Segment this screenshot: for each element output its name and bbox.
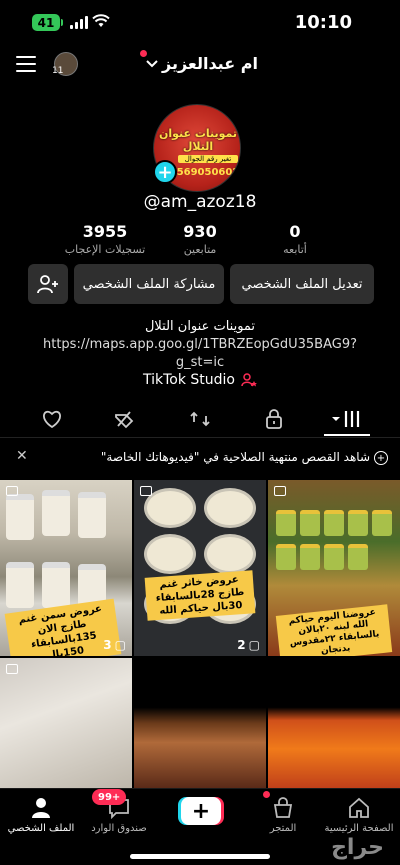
hidden-icon (115, 411, 134, 429)
stat-label: تسجيلات الإعجاب (64, 243, 146, 256)
home-indicator (130, 854, 270, 859)
bio-link-cont[interactable]: g_st=ic (0, 354, 400, 372)
username: ام عبدالعزيز (162, 54, 258, 73)
battery-icon: 41 (32, 14, 60, 31)
active-tab-indicator (324, 434, 370, 436)
profile-icon (32, 798, 50, 818)
stat-following[interactable]: 0 أتابعه (250, 222, 340, 256)
inbox-badge: 99+ (92, 789, 127, 805)
photo-icon (140, 486, 152, 496)
wifi-icon (92, 14, 110, 27)
video-caption: عروض خاثر غنم طازج 28بالسابقاء 30بال حيا… (144, 570, 256, 621)
content-tabs (0, 400, 400, 438)
nav-shop-label: المتجر (269, 823, 297, 834)
photo-icon (274, 486, 286, 496)
profile-bio: تموينات عنوان التلال https://maps.app.go… (0, 318, 400, 372)
nav-shop[interactable]: المتجر (248, 795, 318, 834)
plus-icon: + (191, 798, 211, 824)
photo-icon (6, 486, 18, 496)
signal-icon (70, 16, 88, 29)
photo-icon (6, 664, 18, 674)
avatar-shop-text: تموينات عنوان التلال (158, 127, 238, 153)
bottom-nav: الملف الشخصي صندوق الوارد 99+ + المتجر ا… (0, 788, 400, 865)
add-friend-button[interactable] (28, 264, 68, 304)
shop-bag-icon (273, 797, 293, 818)
nav-profile-label: الملف الشخصي (7, 823, 75, 834)
photo-count: 2 ▢ (237, 638, 260, 652)
stat-value: 930 (183, 222, 217, 241)
clock: 10:10 (294, 12, 352, 33)
photo-count: 3 ▢ (103, 638, 126, 652)
count-value: 2 (237, 638, 246, 652)
video-grid-icon (332, 411, 360, 427)
chevron-down-icon (146, 59, 158, 67)
stat-followers[interactable]: 930 متابعين (155, 222, 245, 256)
tab-hidden-likes[interactable] (104, 404, 144, 434)
edit-profile-button[interactable]: تعديل الملف الشخصي (230, 264, 374, 304)
account-switcher[interactable]: ام عبدالعزيز (146, 54, 258, 73)
tab-reposts[interactable] (180, 404, 220, 434)
video-thumb[interactable]: عروضنا اليوم حياكم الله لبنه ٢٠بالان بال… (268, 480, 400, 656)
stat-label: أتابعه (283, 243, 307, 256)
avatar-phone: 569050602 (176, 167, 240, 178)
notice-text: شاهد القصص منتهية الصلاحية في "فيديوهاتك… (100, 450, 370, 464)
video-caption: عروضنا اليوم حياكم الله لبنه ٢٠بالان بال… (275, 604, 393, 656)
tab-liked[interactable] (32, 404, 72, 434)
nav-inbox-label: صندوق الوارد (91, 823, 147, 834)
share-profile-button[interactable]: مشاركة الملف الشخصي (74, 264, 224, 304)
tab-private[interactable] (254, 404, 294, 434)
nav-profile[interactable]: الملف الشخصي (6, 795, 76, 834)
studio-person-icon (241, 373, 257, 387)
video-grid: عروض سمن غنم طازج الان 135بالسابقاء 150ب… (0, 480, 400, 788)
close-icon[interactable]: ✕ (16, 448, 28, 464)
stat-likes[interactable]: 3955 تسجيلات الإعجاب (60, 222, 150, 256)
battery-level: 41 (37, 15, 55, 30)
stat-value: 3955 (82, 222, 128, 241)
video-thumb[interactable]: عروض سمن غنم طازج الان 135بالسابقاء 150ب… (0, 480, 132, 656)
expired-stories-notice[interactable]: ✕ شاهد القصص منتهية الصلاحية في "فيديوها… (0, 446, 400, 472)
avatar-tag: تغير رقم الجوال (178, 155, 238, 163)
video-thumb[interactable] (268, 658, 400, 788)
add-story-icon[interactable]: + (153, 160, 177, 184)
stat-value: 0 (289, 222, 301, 241)
lock-icon (266, 409, 282, 429)
account-count: 11 (52, 66, 64, 76)
profile-handle: @am_azoz18 (143, 192, 257, 212)
watermark: حراج (331, 835, 384, 860)
profile-actions: مشاركة الملف الشخصي تعديل الملف الشخصي (28, 264, 374, 304)
bio-name: تموينات عنوان التلال (144, 319, 256, 334)
profile-header: 11 ام عبدالعزيز (0, 46, 400, 86)
tiktok-studio-link[interactable]: TikTok Studio (0, 372, 400, 388)
count-value: 3 (103, 638, 112, 652)
add-person-icon (37, 275, 58, 294)
add-circle-icon: + (374, 451, 388, 465)
nav-home[interactable]: الصفحة الرئيسية (324, 795, 394, 834)
home-icon (349, 797, 369, 818)
profile-stats: 3955 تسجيلات الإعجاب 930 متابعين 0 أتابع… (60, 222, 340, 256)
studio-label: TikTok Studio (142, 372, 235, 388)
bio-link[interactable]: https://maps.app.goo.gl/1TBRZEopGdU35BAG… (0, 336, 400, 354)
video-thumb[interactable]: عروض خاثر غنم طازج 28بالسابقاء 30بال حيا… (134, 480, 266, 656)
video-thumb[interactable] (0, 658, 132, 788)
repost-icon (190, 411, 210, 427)
tab-videos[interactable] (327, 404, 367, 434)
create-button[interactable]: + (181, 797, 221, 825)
status-bar: 41 10:10 (0, 0, 400, 46)
stat-label: متابعين (183, 243, 217, 256)
menu-icon[interactable] (16, 56, 36, 72)
battery-tip (61, 19, 63, 26)
video-thumb[interactable] (134, 658, 266, 788)
nav-home-label: الصفحة الرئيسية (324, 823, 394, 834)
heart-icon (43, 410, 61, 428)
shop-notification-dot (263, 791, 270, 798)
